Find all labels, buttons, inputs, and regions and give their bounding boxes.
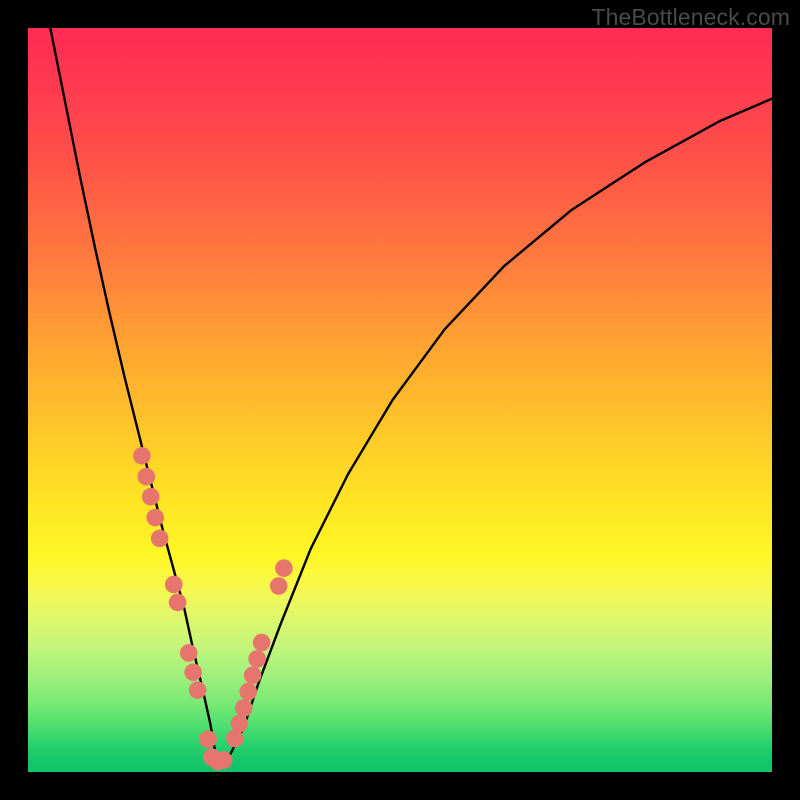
curve-marker <box>253 634 271 652</box>
curve-marker <box>199 730 217 748</box>
curve-markers <box>133 447 293 770</box>
curve-marker <box>231 715 249 733</box>
curve-marker <box>138 468 156 486</box>
curve-marker <box>235 699 253 717</box>
watermark-text: TheBottleneck.com <box>591 4 790 31</box>
curve-marker <box>165 576 183 594</box>
plot-area <box>28 28 772 772</box>
curve-marker <box>244 666 262 684</box>
bottleneck-curve-path <box>50 28 772 757</box>
curve-marker <box>133 447 151 465</box>
curve-marker <box>275 559 293 577</box>
curve-marker <box>215 751 233 769</box>
curve-marker <box>226 730 244 748</box>
curve-marker <box>169 594 187 612</box>
curve-marker <box>151 530 169 548</box>
curve-marker <box>248 650 266 668</box>
curve-marker <box>180 644 198 662</box>
curve-marker <box>189 681 207 699</box>
curve-marker <box>239 683 257 701</box>
curve-marker <box>270 577 288 595</box>
curve-marker <box>146 509 164 527</box>
chart-frame: TheBottleneck.com <box>0 0 800 800</box>
curve-marker <box>142 488 160 506</box>
curve-marker <box>184 664 202 682</box>
bottleneck-curve-svg <box>28 28 772 772</box>
